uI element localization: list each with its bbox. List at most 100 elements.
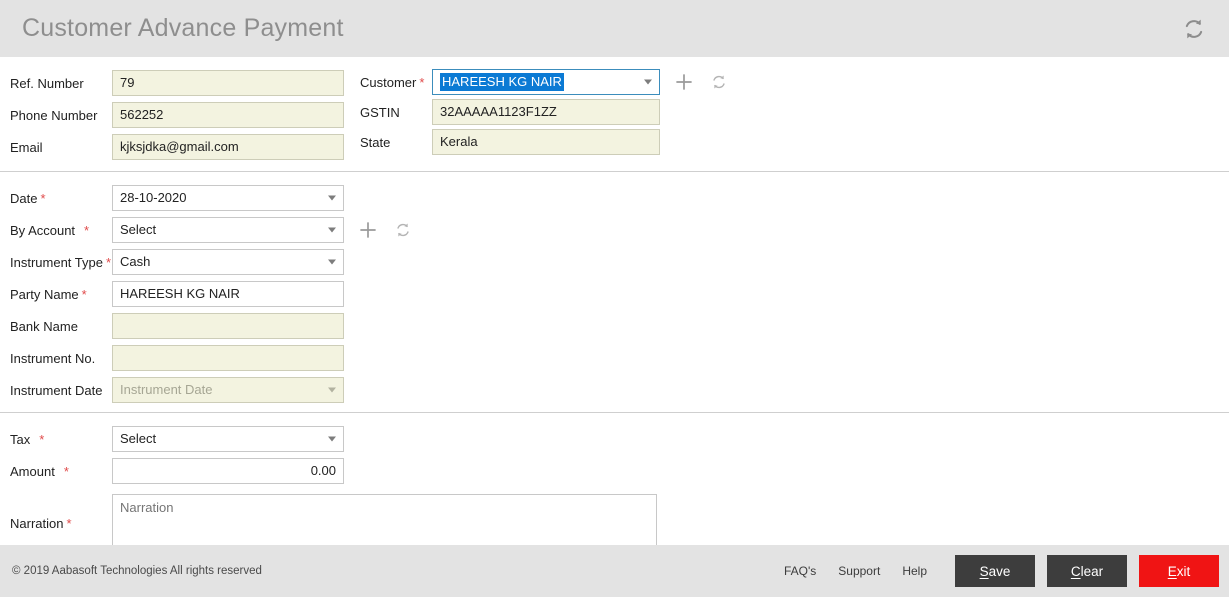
field-row-instrument-no: Instrument No. xyxy=(0,342,1229,374)
save-button[interactable]: Save xyxy=(955,555,1035,587)
phone-number-input[interactable]: 562252 xyxy=(112,102,344,128)
required-marker: * xyxy=(64,464,69,479)
label-party-name-text: Party Name xyxy=(10,287,79,302)
amount-value: 0.00 xyxy=(311,459,336,483)
field-row-ref-number: Ref. Number 79 xyxy=(0,67,360,99)
instrument-type-value: Cash xyxy=(120,250,150,274)
label-tax-text: Tax xyxy=(10,432,30,447)
label-tax: Tax * xyxy=(0,432,112,447)
required-marker: * xyxy=(40,191,45,206)
gstin-input[interactable]: 32AAAAA1123F1ZZ xyxy=(432,99,660,125)
label-customer-text: Customer xyxy=(360,75,416,90)
label-customer: Customer* xyxy=(360,75,432,90)
exit-accel: E xyxy=(1168,564,1177,579)
amount-section: Tax* Select Amount* 0.00 Narration* xyxy=(0,413,1229,558)
field-row-instrument-type: Instrument Type* Cash xyxy=(0,246,1229,278)
instrument-date-placeholder: Instrument Date xyxy=(120,378,213,402)
refresh-customer-button[interactable] xyxy=(708,71,730,93)
label-by-account-text: By Account xyxy=(10,223,75,238)
label-instrument-type: Instrument Type* xyxy=(0,255,112,270)
field-row-by-account: By Account * Select xyxy=(0,214,1229,246)
required-marker: * xyxy=(39,432,44,447)
chevron-down-icon xyxy=(328,437,336,442)
chevron-down-icon xyxy=(328,260,336,265)
ref-number-value: 79 xyxy=(120,71,134,95)
field-row-instrument-date: Instrument Date Instrument Date xyxy=(0,374,1229,406)
label-instrument-no: Instrument No. xyxy=(0,351,112,366)
field-row-narration: Narration* xyxy=(0,494,1229,552)
clear-rest: lear xyxy=(1081,564,1104,579)
app-footer: © 2019 Aabasoft Technologies All rights … xyxy=(0,545,1229,597)
field-row-tax: Tax * Select xyxy=(0,423,1229,455)
by-account-select[interactable]: Select xyxy=(112,217,344,243)
copyright-text: © 2019 Aabasoft Technologies All rights … xyxy=(12,565,262,577)
refresh-account-button[interactable] xyxy=(392,219,414,241)
label-narration-text: Narration xyxy=(10,516,63,531)
field-row-party-name: Party Name* HAREESH KG NAIR xyxy=(0,278,1229,310)
label-party-name: Party Name* xyxy=(0,287,112,302)
payment-details-section: Date* 28-10-2020 By Account * Select xyxy=(0,172,1229,413)
instrument-date-select[interactable]: Instrument Date xyxy=(112,377,344,403)
required-marker: * xyxy=(82,287,87,302)
field-row-date: Date* 28-10-2020 xyxy=(0,182,1229,214)
tax-select[interactable]: Select xyxy=(112,426,344,452)
exit-button[interactable]: Exit xyxy=(1139,555,1219,587)
label-amount-text: Amount xyxy=(10,464,55,479)
customer-combobox[interactable]: HAREESH KG NAIR xyxy=(432,69,660,95)
state-value: Kerala xyxy=(440,130,478,154)
plus-icon xyxy=(674,72,694,92)
phone-number-value: 562252 xyxy=(120,103,163,127)
label-narration: Narration* xyxy=(0,494,112,531)
party-name-input[interactable]: HAREESH KG NAIR xyxy=(112,281,344,307)
label-by-account: By Account * xyxy=(0,223,112,238)
tax-value: Select xyxy=(120,427,156,451)
by-account-value: Select xyxy=(120,218,156,242)
instrument-no-input[interactable] xyxy=(112,345,344,371)
amount-input[interactable]: 0.00 xyxy=(112,458,344,484)
label-email: Email xyxy=(0,140,112,155)
instrument-type-select[interactable]: Cash xyxy=(112,249,344,275)
required-marker: * xyxy=(84,223,89,238)
label-gstin: GSTIN xyxy=(360,105,432,120)
support-link[interactable]: Support xyxy=(838,564,880,578)
label-date: Date* xyxy=(0,191,112,206)
clear-accel: C xyxy=(1071,564,1081,579)
party-name-value: HAREESH KG NAIR xyxy=(120,282,240,306)
page-title: Customer Advance Payment xyxy=(22,14,344,43)
label-phone-number: Phone Number xyxy=(0,108,112,123)
faq-link[interactable]: FAQ's xyxy=(784,564,816,578)
top-right-column: Customer* HAREESH KG NAIR xyxy=(360,67,730,163)
refresh-icon xyxy=(710,73,728,91)
email-input[interactable]: kjksjdka@gmail.com xyxy=(112,134,344,160)
clear-button[interactable]: Clear xyxy=(1047,555,1127,587)
field-row-gstin: GSTIN 32AAAAA1123F1ZZ xyxy=(360,97,730,127)
header-refresh-button[interactable] xyxy=(1177,12,1211,46)
top-left-column: Ref. Number 79 Phone Number 562252 Email… xyxy=(0,67,360,163)
refresh-icon xyxy=(1181,16,1207,42)
date-select[interactable]: 28-10-2020 xyxy=(112,185,344,211)
customer-info-section: Ref. Number 79 Phone Number 562252 Email… xyxy=(0,57,1229,172)
add-account-button[interactable] xyxy=(357,219,379,241)
add-customer-button[interactable] xyxy=(673,71,695,93)
field-row-email: Email kjksjdka@gmail.com xyxy=(0,131,360,163)
footer-actions: FAQ's Support Help Save Clear Exit xyxy=(784,555,1219,587)
exit-rest: xit xyxy=(1177,564,1191,579)
field-row-customer: Customer* HAREESH KG NAIR xyxy=(360,67,730,97)
field-row-phone-number: Phone Number 562252 xyxy=(0,99,360,131)
required-marker: * xyxy=(419,75,424,90)
required-marker: * xyxy=(106,255,111,270)
ref-number-input[interactable]: 79 xyxy=(112,70,344,96)
refresh-icon xyxy=(394,221,412,239)
help-link[interactable]: Help xyxy=(902,564,927,578)
label-ref-number: Ref. Number xyxy=(0,76,112,91)
required-marker: * xyxy=(66,516,71,531)
gstin-value: 32AAAAA1123F1ZZ xyxy=(440,100,557,124)
plus-icon xyxy=(358,220,378,240)
email-value: kjksjdka@gmail.com xyxy=(120,135,239,159)
bank-name-input[interactable] xyxy=(112,313,344,339)
date-value: 28-10-2020 xyxy=(120,186,187,210)
state-input[interactable]: Kerala xyxy=(432,129,660,155)
field-row-bank-name: Bank Name xyxy=(0,310,1229,342)
narration-textarea[interactable] xyxy=(112,494,657,546)
chevron-down-icon xyxy=(644,80,652,85)
